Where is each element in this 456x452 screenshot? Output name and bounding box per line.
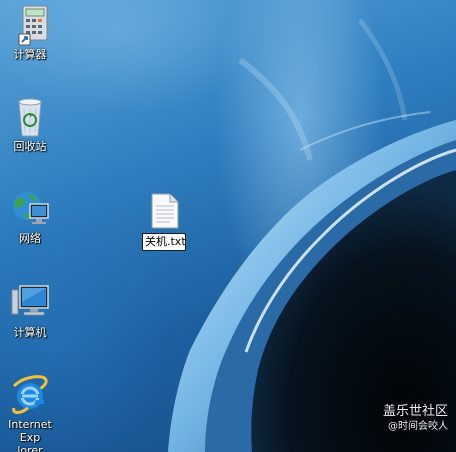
desktop-icon-label: 回收站 xyxy=(13,140,47,153)
file-rename-input[interactable]: 关机.txt xyxy=(142,233,186,251)
network-icon xyxy=(13,192,49,224)
desktop-icon-label: 网络 xyxy=(19,232,41,245)
desktop-icon-recycle-bin[interactable]: 回收站 xyxy=(0,96,60,153)
desktop-icon-label: 计算机 xyxy=(13,326,47,339)
desktop-background: 计算器 回收站 网络 计算机 Internet Exp lorer 关机.txt… xyxy=(0,0,456,452)
desktop-icon-label: 计算器 xyxy=(13,48,47,61)
desktop-icon-internet-explorer[interactable]: Internet Exp lorer xyxy=(0,374,62,452)
watermark-author: @时间会咬人 xyxy=(388,421,448,432)
watermark: 盖乐世社区 @时间会咬人 xyxy=(383,404,448,434)
computer-icon xyxy=(11,285,49,316)
desktop-icon-network[interactable]: 网络 xyxy=(0,188,60,245)
desktop-icon-text-file[interactable] xyxy=(134,192,194,230)
wallpaper-water-wave xyxy=(168,18,456,452)
calculator-icon xyxy=(18,5,48,46)
desktop-icon-label-line: Internet Exp xyxy=(8,418,52,444)
watermark-title: 盖乐世社区 xyxy=(382,404,448,419)
desktop-icon-computer[interactable]: 计算机 xyxy=(0,282,60,339)
text-file-icon xyxy=(151,193,179,229)
desktop-icon-label-line: lorer xyxy=(17,444,43,452)
desktop-icon-label: Internet Exp lorer xyxy=(0,418,62,452)
recycle-bin-icon xyxy=(18,98,42,137)
desktop-icon-calculator[interactable]: 计算器 xyxy=(0,4,60,61)
internet-explorer-icon xyxy=(12,375,48,414)
